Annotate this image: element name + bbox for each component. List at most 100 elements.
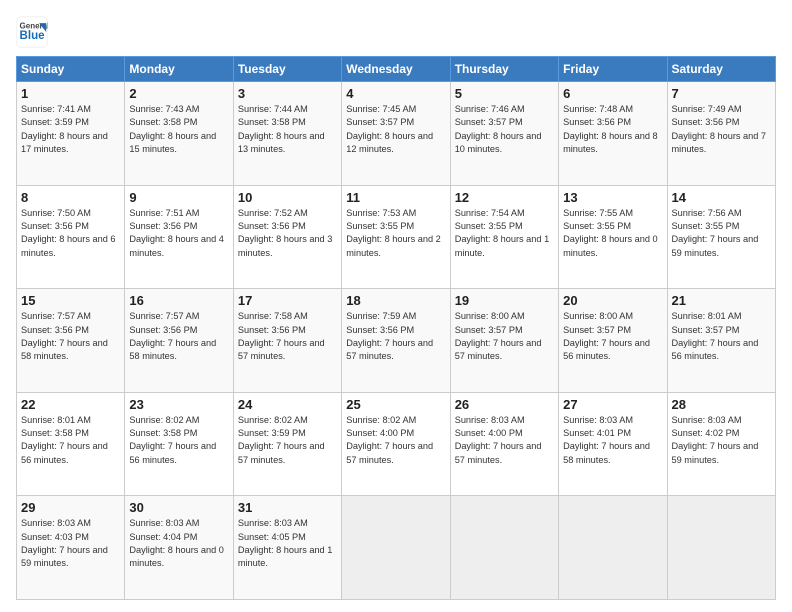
day-info: Sunrise: 8:03 AMSunset: 4:04 PMDaylight:…: [129, 517, 228, 570]
weekday-wednesday: Wednesday: [342, 57, 450, 82]
day-number: 5: [455, 86, 554, 101]
weekday-friday: Friday: [559, 57, 667, 82]
day-info: Sunrise: 7:53 AMSunset: 3:55 PMDaylight:…: [346, 207, 445, 260]
weekday-header-row: SundayMondayTuesdayWednesdayThursdayFrid…: [17, 57, 776, 82]
day-info: Sunrise: 7:51 AMSunset: 3:56 PMDaylight:…: [129, 207, 228, 260]
calendar-cell: [342, 496, 450, 600]
day-info: Sunrise: 8:03 AMSunset: 4:00 PMDaylight:…: [455, 414, 554, 467]
calendar-cell: 16 Sunrise: 7:57 AMSunset: 3:56 PMDayligh…: [125, 289, 233, 393]
day-number: 25: [346, 397, 445, 412]
day-number: 26: [455, 397, 554, 412]
page-header: General Blue: [16, 16, 776, 48]
day-info: Sunrise: 8:03 AMSunset: 4:02 PMDaylight:…: [672, 414, 771, 467]
day-info: Sunrise: 7:52 AMSunset: 3:56 PMDaylight:…: [238, 207, 337, 260]
week-row-1: 1 Sunrise: 7:41 AMSunset: 3:59 PMDaylight…: [17, 82, 776, 186]
calendar-cell: 30 Sunrise: 8:03 AMSunset: 4:04 PMDayligh…: [125, 496, 233, 600]
calendar-cell: [667, 496, 775, 600]
day-info: Sunrise: 7:54 AMSunset: 3:55 PMDaylight:…: [455, 207, 554, 260]
day-number: 28: [672, 397, 771, 412]
calendar-cell: 26 Sunrise: 8:03 AMSunset: 4:00 PMDayligh…: [450, 392, 558, 496]
week-row-2: 8 Sunrise: 7:50 AMSunset: 3:56 PMDaylight…: [17, 185, 776, 289]
calendar-table: SundayMondayTuesdayWednesdayThursdayFrid…: [16, 56, 776, 600]
day-info: Sunrise: 7:59 AMSunset: 3:56 PMDaylight:…: [346, 310, 445, 363]
calendar-cell: 27 Sunrise: 8:03 AMSunset: 4:01 PMDayligh…: [559, 392, 667, 496]
day-number: 29: [21, 500, 120, 515]
day-number: 1: [21, 86, 120, 101]
calendar-body: 1 Sunrise: 7:41 AMSunset: 3:59 PMDaylight…: [17, 82, 776, 600]
calendar-cell: 12 Sunrise: 7:54 AMSunset: 3:55 PMDayligh…: [450, 185, 558, 289]
day-info: Sunrise: 7:41 AMSunset: 3:59 PMDaylight:…: [21, 103, 120, 156]
calendar-cell: 7 Sunrise: 7:49 AMSunset: 3:56 PMDaylight…: [667, 82, 775, 186]
day-number: 2: [129, 86, 228, 101]
day-number: 7: [672, 86, 771, 101]
day-number: 23: [129, 397, 228, 412]
calendar-cell: [450, 496, 558, 600]
day-info: Sunrise: 7:49 AMSunset: 3:56 PMDaylight:…: [672, 103, 771, 156]
calendar-cell: 21Sunrise: 8:01 AMSunset: 3:57 PMDayligh…: [667, 289, 775, 393]
calendar-cell: 22Sunrise: 8:01 AMSunset: 3:58 PMDayligh…: [17, 392, 125, 496]
calendar-cell: 25Sunrise: 8:02 AMSunset: 4:00 PMDayligh…: [342, 392, 450, 496]
calendar-cell: 18 Sunrise: 7:59 AMSunset: 3:56 PMDayligh…: [342, 289, 450, 393]
day-number: 19: [455, 293, 554, 308]
calendar-cell: 2 Sunrise: 7:43 AMSunset: 3:58 PMDaylight…: [125, 82, 233, 186]
day-info: Sunrise: 7:50 AMSunset: 3:56 PMDaylight:…: [21, 207, 120, 260]
day-number: 30: [129, 500, 228, 515]
day-info: Sunrise: 7:46 AMSunset: 3:57 PMDaylight:…: [455, 103, 554, 156]
day-info: Sunrise: 8:01 AMSunset: 3:58 PMDaylight:…: [21, 414, 120, 467]
calendar-cell: 13Sunrise: 7:55 AMSunset: 3:55 PMDayligh…: [559, 185, 667, 289]
day-number: 8: [21, 190, 120, 205]
calendar-cell: 29 Sunrise: 8:03 AMSunset: 4:03 PMDayligh…: [17, 496, 125, 600]
calendar-cell: 10Sunrise: 7:52 AMSunset: 3:56 PMDayligh…: [233, 185, 341, 289]
weekday-tuesday: Tuesday: [233, 57, 341, 82]
day-info: Sunrise: 8:03 AMSunset: 4:01 PMDaylight:…: [563, 414, 662, 467]
day-info: Sunrise: 8:03 AMSunset: 4:05 PMDaylight:…: [238, 517, 337, 570]
day-number: 9: [129, 190, 228, 205]
day-info: Sunrise: 8:02 AMSunset: 3:59 PMDaylight:…: [238, 414, 337, 467]
calendar-cell: 11Sunrise: 7:53 AMSunset: 3:55 PMDayligh…: [342, 185, 450, 289]
day-info: Sunrise: 7:43 AMSunset: 3:58 PMDaylight:…: [129, 103, 228, 156]
day-info: Sunrise: 8:03 AMSunset: 4:03 PMDaylight:…: [21, 517, 120, 570]
calendar-cell: 17Sunrise: 7:58 AMSunset: 3:56 PMDayligh…: [233, 289, 341, 393]
calendar-cell: 3Sunrise: 7:44 AMSunset: 3:58 PMDaylight…: [233, 82, 341, 186]
calendar-cell: 14Sunrise: 7:56 AMSunset: 3:55 PMDayligh…: [667, 185, 775, 289]
day-info: Sunrise: 7:55 AMSunset: 3:55 PMDaylight:…: [563, 207, 662, 260]
day-number: 12: [455, 190, 554, 205]
day-number: 15: [21, 293, 120, 308]
calendar-cell: [559, 496, 667, 600]
weekday-thursday: Thursday: [450, 57, 558, 82]
week-row-5: 29 Sunrise: 8:03 AMSunset: 4:03 PMDayligh…: [17, 496, 776, 600]
calendar-cell: 19 Sunrise: 8:00 AMSunset: 3:57 PMDayligh…: [450, 289, 558, 393]
weekday-monday: Monday: [125, 57, 233, 82]
day-info: Sunrise: 7:56 AMSunset: 3:55 PMDaylight:…: [672, 207, 771, 260]
day-info: Sunrise: 7:48 AMSunset: 3:56 PMDaylight:…: [563, 103, 662, 156]
day-info: Sunrise: 7:57 AMSunset: 3:56 PMDaylight:…: [129, 310, 228, 363]
day-number: 18: [346, 293, 445, 308]
day-info: Sunrise: 7:45 AMSunset: 3:57 PMDaylight:…: [346, 103, 445, 156]
day-info: Sunrise: 7:58 AMSunset: 3:56 PMDaylight:…: [238, 310, 337, 363]
calendar-cell: 31 Sunrise: 8:03 AMSunset: 4:05 PMDayligh…: [233, 496, 341, 600]
calendar-cell: 1 Sunrise: 7:41 AMSunset: 3:59 PMDaylight…: [17, 82, 125, 186]
day-number: 20: [563, 293, 662, 308]
day-number: 4: [346, 86, 445, 101]
day-number: 31: [238, 500, 337, 515]
calendar-cell: 23Sunrise: 8:02 AMSunset: 3:58 PMDayligh…: [125, 392, 233, 496]
weekday-sunday: Sunday: [17, 57, 125, 82]
calendar-header: SundayMondayTuesdayWednesdayThursdayFrid…: [17, 57, 776, 82]
day-info: Sunrise: 8:00 AMSunset: 3:57 PMDaylight:…: [563, 310, 662, 363]
logo-icon: General Blue: [16, 16, 48, 48]
day-info: Sunrise: 8:00 AMSunset: 3:57 PMDaylight:…: [455, 310, 554, 363]
calendar-cell: 24 Sunrise: 8:02 AMSunset: 3:59 PMDayligh…: [233, 392, 341, 496]
calendar-cell: 5 Sunrise: 7:46 AMSunset: 3:57 PMDaylight…: [450, 82, 558, 186]
day-number: 24: [238, 397, 337, 412]
calendar-cell: 28 Sunrise: 8:03 AMSunset: 4:02 PMDayligh…: [667, 392, 775, 496]
day-info: Sunrise: 7:57 AMSunset: 3:56 PMDaylight:…: [21, 310, 120, 363]
day-info: Sunrise: 7:44 AMSunset: 3:58 PMDaylight:…: [238, 103, 337, 156]
week-row-3: 15 Sunrise: 7:57 AMSunset: 3:56 PMDayligh…: [17, 289, 776, 393]
weekday-saturday: Saturday: [667, 57, 775, 82]
day-number: 16: [129, 293, 228, 308]
day-number: 21: [672, 293, 771, 308]
calendar-cell: 6Sunrise: 7:48 AMSunset: 3:56 PMDaylight…: [559, 82, 667, 186]
svg-text:Blue: Blue: [20, 30, 46, 42]
day-number: 27: [563, 397, 662, 412]
logo: General Blue: [16, 16, 48, 48]
